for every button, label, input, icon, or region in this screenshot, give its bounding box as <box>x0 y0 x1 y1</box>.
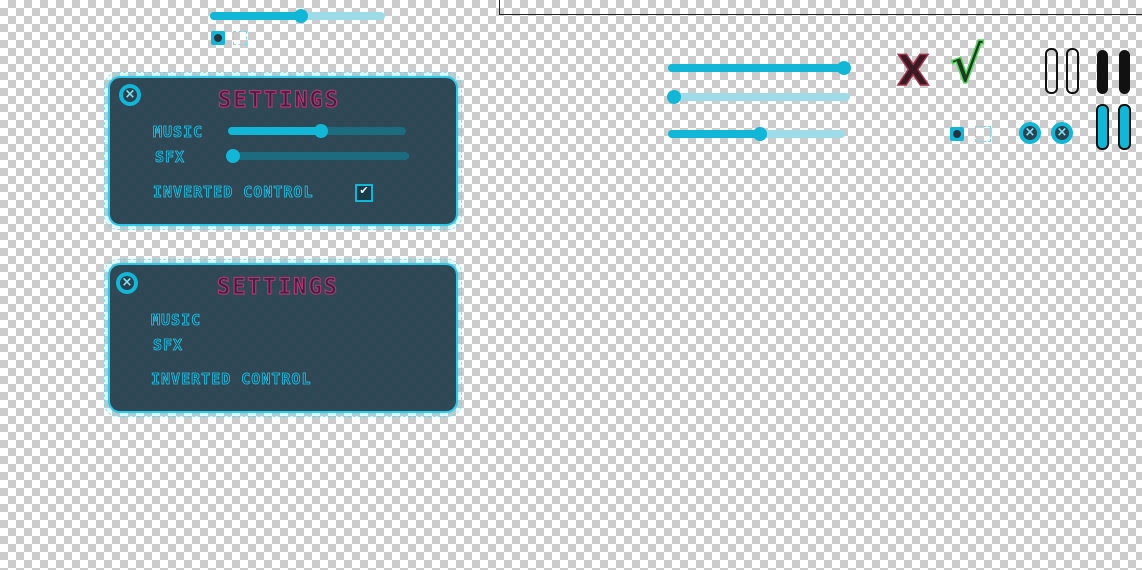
slider-fill <box>668 64 844 72</box>
panel-title: SETTINGS <box>217 87 340 113</box>
pause-bar <box>1119 50 1130 94</box>
inverted-control-label: INVERTED CONTROL <box>151 370 312 389</box>
checkmark-icon[interactable]: √ <box>949 37 984 93</box>
pause-bar <box>1118 104 1131 150</box>
close-button[interactable]: × <box>116 272 138 294</box>
checkbox-checked-sample[interactable] <box>211 31 225 45</box>
slider-empty[interactable] <box>667 90 850 104</box>
checkmark-icon: ✔ <box>359 184 369 197</box>
close-icon: × <box>1024 125 1036 140</box>
close-icon: × <box>1056 125 1068 140</box>
slider-knob[interactable] <box>667 90 681 104</box>
music-label: MUSIC <box>153 123 204 142</box>
settings-panel-blank: × SETTINGS MUSIC SFX INVERTED CONTROL <box>102 257 464 419</box>
checkbox-unchecked-sample[interactable] <box>233 31 247 45</box>
slider-fill <box>210 12 301 20</box>
volume-slider-sample[interactable] <box>210 9 385 23</box>
inverted-control-checkbox[interactable]: ✔ <box>355 184 373 202</box>
slider-knob[interactable] <box>294 9 308 23</box>
panel-title: SETTINGS <box>216 274 339 300</box>
sfx-slider[interactable] <box>226 149 409 163</box>
slider-knob[interactable] <box>226 149 240 163</box>
slider-track <box>233 152 409 160</box>
close-icon: × <box>124 87 136 102</box>
close-icon: × <box>121 275 133 290</box>
slider-knob[interactable] <box>837 61 851 75</box>
close-button[interactable]: × <box>119 84 141 106</box>
frame-outline <box>499 0 1142 15</box>
music-label: MUSIC <box>151 311 202 330</box>
close-button-small[interactable]: × <box>1019 122 1041 144</box>
settings-panel: × SETTINGS MUSIC SFX INVERTED CONTROL ✔ <box>102 70 464 232</box>
cross-icon[interactable]: X <box>896 47 930 95</box>
inverted-control-label: INVERTED CONTROL <box>153 183 314 202</box>
pause-bar <box>1097 50 1108 94</box>
sfx-label: SFX <box>153 336 184 355</box>
music-slider[interactable] <box>228 124 406 138</box>
slider-knob[interactable] <box>313 124 328 138</box>
checkbox-checked[interactable] <box>950 127 964 141</box>
pause-bar <box>1045 48 1058 94</box>
close-button-small[interactable]: × <box>1051 122 1073 144</box>
slider-knob[interactable] <box>753 127 768 141</box>
slider-full[interactable] <box>668 61 851 75</box>
checkbox-unchecked[interactable] <box>975 126 991 142</box>
slider-fill <box>668 130 761 138</box>
slider-track <box>674 93 850 101</box>
slider-half[interactable] <box>668 127 845 141</box>
sfx-label: SFX <box>155 148 186 167</box>
pause-bar <box>1066 48 1079 94</box>
slider-fill <box>228 127 321 135</box>
pause-bar <box>1096 104 1109 150</box>
